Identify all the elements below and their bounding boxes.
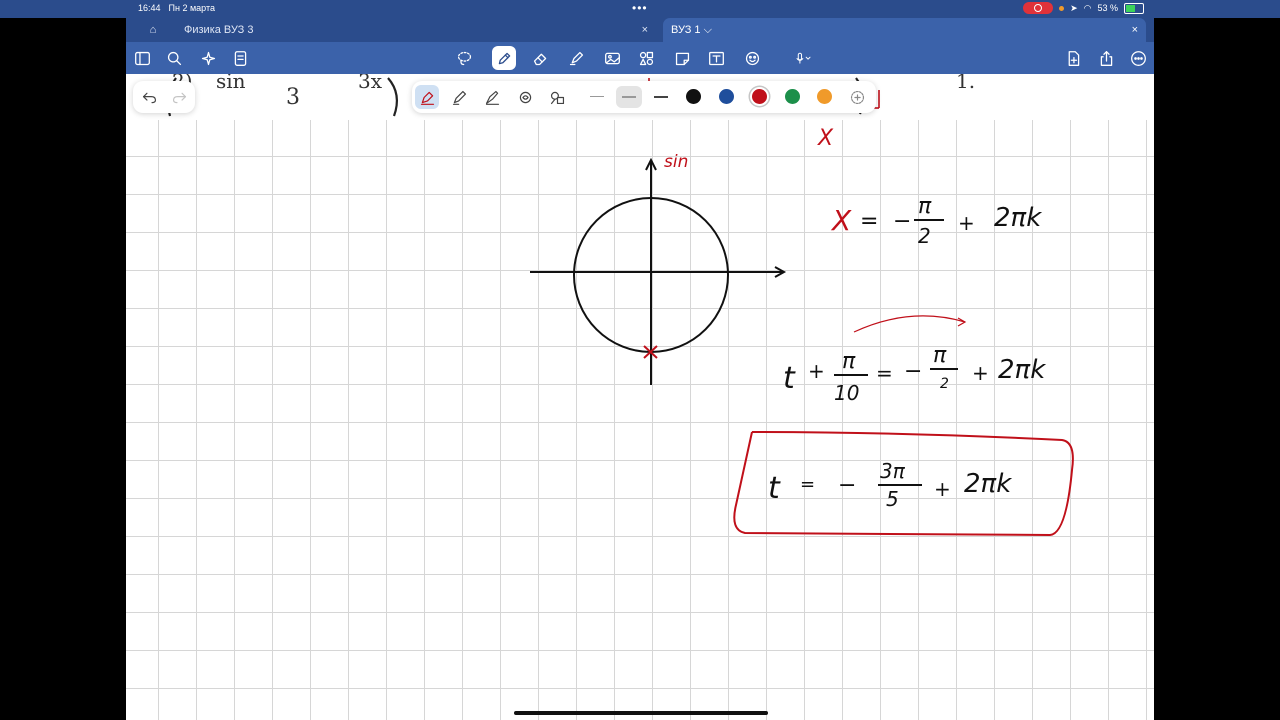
eq2-plus: + <box>808 359 825 383</box>
eq3-numerator: 3π <box>880 459 906 483</box>
eq2-plus-2: + <box>972 361 989 385</box>
eq1-tail: 2πk <box>994 203 1042 233</box>
answer-box <box>733 431 1074 537</box>
eq2-minus: − <box>904 359 922 384</box>
equation-2: t + π 10 = − π 2 + 2πk <box>783 343 1046 405</box>
eq1-plus: + <box>958 211 975 235</box>
eq3-equals: = <box>800 474 815 495</box>
eq2-denominator-2: 2 <box>940 376 949 392</box>
eq3-variable: t <box>768 471 781 506</box>
unit-circle-diagram <box>530 157 787 385</box>
handwriting-layer: sin X X = − π 2 + 2πk t + π 10 = − π 2 +… <box>530 126 1074 537</box>
substitution-arrow <box>853 315 966 333</box>
eq2-numerator-1: π <box>842 349 856 374</box>
eq1-denominator: 2 <box>918 224 931 248</box>
eq3-denominator: 5 <box>886 487 899 511</box>
eq2-tail: 2πk <box>998 355 1046 385</box>
substitution-arrow-head-icon <box>957 317 967 327</box>
equation-3-answer: t = − 3π 5 + 2πk <box>768 459 1012 511</box>
home-indicator[interactable] <box>514 711 768 715</box>
eq1-lhs: X <box>830 204 852 237</box>
eq2-equals: = <box>876 361 893 385</box>
eq1-minus: − <box>893 209 911 234</box>
eq3-plus: + <box>934 477 951 501</box>
eq2-variable: t <box>783 361 796 396</box>
eq1-numerator: π <box>918 194 932 219</box>
axis-label-sin: sin <box>664 152 688 172</box>
equation-1: X = − π 2 + 2πk <box>830 194 1042 248</box>
eq3-tail: 2πk <box>964 469 1012 499</box>
top-x-mark: X <box>817 126 834 151</box>
eq2-numerator-2: π <box>933 343 947 368</box>
eq2-denominator-1: 10 <box>834 381 859 405</box>
eq3-minus: − <box>838 473 856 498</box>
eq1-equals: = <box>860 209 878 234</box>
